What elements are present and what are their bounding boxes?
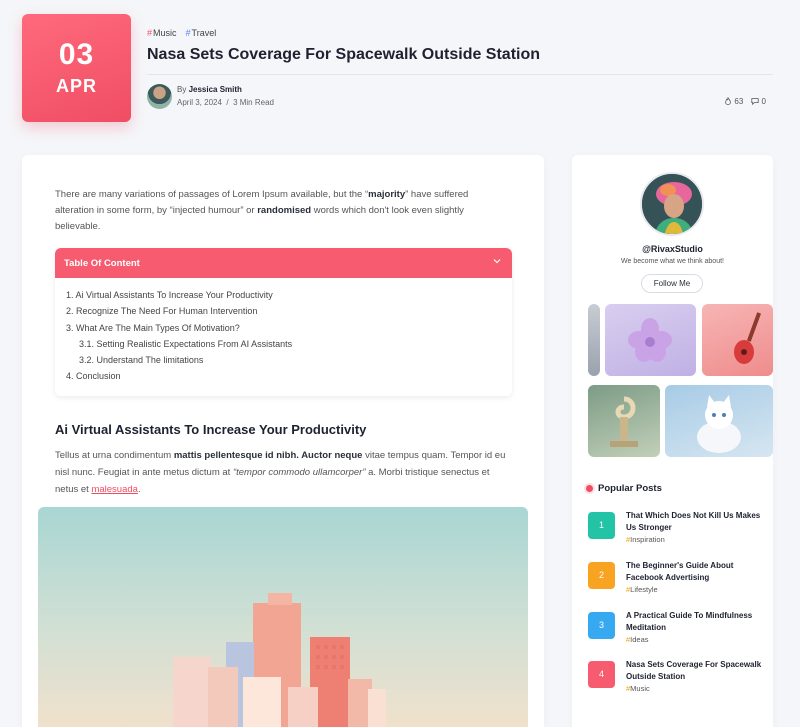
post-title[interactable]: That Which Does Not Kill Us Makes Us Str…	[626, 510, 766, 533]
popular-posts-heading: Popular Posts	[598, 483, 662, 494]
date-month: APR	[55, 76, 97, 96]
read-time: 3 Min Read	[233, 98, 274, 107]
profile-tagline: We become what we think about!	[621, 258, 724, 265]
post-meta: April 3, 2024 / 3 Min Read	[177, 98, 274, 107]
post-date: April 3, 2024	[177, 98, 222, 107]
gallery-image-guitar[interactable]	[702, 304, 773, 376]
section-heading: Ai Virtual Assistants To Increase Your P…	[55, 422, 367, 437]
post-category[interactable]: #Inspiration	[626, 535, 665, 544]
cat-illustration	[697, 395, 741, 453]
post-tags: #Music #Travel	[147, 28, 216, 38]
views-stat: 63	[724, 96, 743, 106]
post-rank-badge: 1	[588, 512, 615, 539]
hash-icon: #	[185, 28, 191, 38]
post-title[interactable]: A Practical Guide To Mindfulness Meditat…	[626, 610, 766, 633]
gallery-image[interactable]	[588, 304, 600, 376]
gallery-image-sculpture[interactable]	[588, 385, 660, 457]
section-paragraph: Tellus at urna condimentum mattis pellen…	[55, 450, 506, 495]
article-card: There are many variations of passages of…	[22, 155, 544, 727]
author-byline: By Jessica Smith	[177, 85, 242, 94]
gallery-image-flower[interactable]	[605, 304, 696, 376]
post-rank-badge: 3	[588, 612, 615, 639]
sculpture-illustration	[610, 396, 638, 447]
gallery-image-cat[interactable]	[665, 385, 773, 457]
post-rank-badge: 4	[588, 661, 615, 688]
intro-paragraph: There are many variations of passages of…	[55, 189, 469, 232]
hash-icon: #	[147, 28, 153, 38]
toc-item[interactable]: 2. Recognize The Need For Human Interven…	[66, 306, 512, 322]
post-title[interactable]: Nasa Sets Coverage For Spacewalk Outside…	[626, 659, 766, 682]
post-title[interactable]: The Beginner's Guide About Facebook Adve…	[626, 560, 766, 583]
profile-avatar[interactable]	[640, 172, 704, 236]
toc-title: Table Of Content	[64, 258, 140, 269]
profile-handle[interactable]: @RivaxStudio	[572, 244, 773, 254]
header-divider	[147, 74, 773, 75]
flower-illustration	[628, 318, 672, 362]
buildings-illustration	[173, 593, 386, 727]
tag-music[interactable]: #Music	[147, 28, 177, 38]
author-name[interactable]: Jessica Smith	[189, 85, 242, 94]
author-avatar[interactable]	[147, 84, 172, 109]
toc-item[interactable]: 1. Ai Virtual Assistants To Increase You…	[66, 290, 512, 306]
chevron-down-icon[interactable]	[492, 256, 502, 266]
date-badge: 03 APR	[22, 14, 131, 122]
toc-subitem[interactable]: 3.2. Understand The limitations	[66, 355, 512, 371]
comment-icon	[751, 98, 759, 106]
post-rank-badge: 2	[588, 562, 615, 589]
post-category[interactable]: #Lifestyle	[626, 585, 658, 594]
guitar-illustration	[734, 312, 762, 364]
tag-travel[interactable]: #Travel	[186, 28, 217, 38]
post-category[interactable]: #Music	[626, 684, 650, 693]
malesuada-link[interactable]: malesuada	[91, 484, 137, 495]
follow-button[interactable]: Follow Me	[641, 274, 703, 293]
toc-item[interactable]: 4. Conclusion	[66, 371, 512, 387]
toc-list: 1. Ai Virtual Assistants To Increase You…	[55, 278, 512, 388]
avatar-illustration	[642, 174, 702, 234]
article-hero-image	[38, 507, 528, 727]
post-category[interactable]: #Ideas	[626, 635, 649, 644]
toc-item[interactable]: 3. What Are The Main Types Of Motivation…	[66, 323, 512, 339]
toc-subitem[interactable]: 3.1. Setting Realistic Expectations From…	[66, 339, 512, 355]
date-day: 03	[58, 38, 95, 71]
toc-header[interactable]: Table Of Content	[55, 248, 512, 278]
post-stats: 63 0	[724, 96, 766, 106]
comments-stat[interactable]: 0	[751, 97, 766, 106]
flame-icon	[725, 96, 731, 105]
sidebar: @RivaxStudio We become what we think abo…	[572, 155, 773, 727]
table-of-contents: Table Of Content 1. Ai Virtual Assistant…	[55, 248, 512, 396]
page-title: Nasa Sets Coverage For Spacewalk Outside…	[147, 46, 541, 63]
